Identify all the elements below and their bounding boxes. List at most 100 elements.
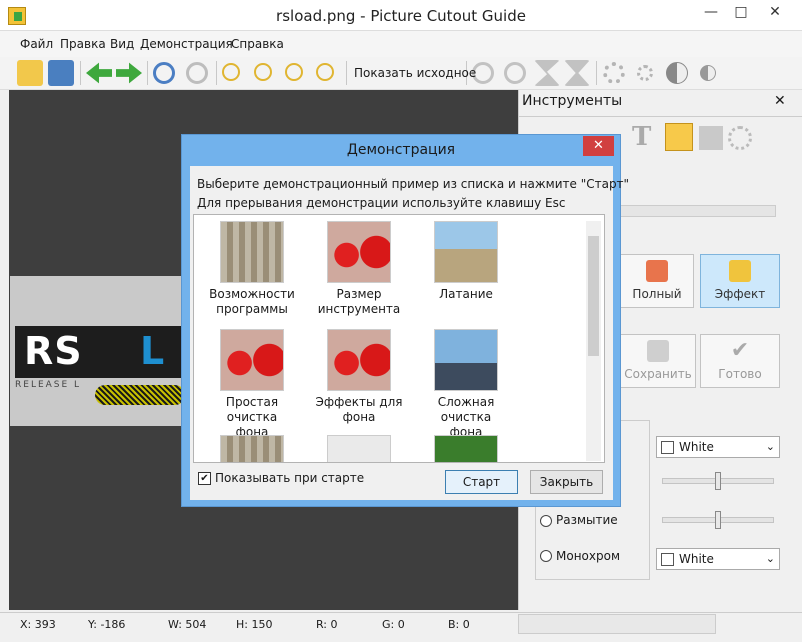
demo-item[interactable]: Эффекты для фона	[309, 329, 409, 425]
brightness-low-icon[interactable]	[637, 65, 653, 81]
open-icon[interactable]	[17, 60, 43, 86]
list-scrollbar-thumb[interactable]	[588, 236, 599, 356]
demo-item[interactable]	[202, 435, 302, 462]
dialog-close-button[interactable]: ✕	[583, 136, 614, 156]
dialog-instruction-2: Для прерывания демонстрации используйте …	[197, 196, 566, 210]
status-b: B: 0	[448, 618, 470, 631]
rotate-right-icon[interactable]	[504, 62, 526, 84]
demo-item-label: фона	[342, 410, 376, 424]
toolbar-separator	[596, 61, 597, 85]
mode-effect-button[interactable]: Эффект	[700, 254, 780, 308]
demo-item-label: Возможности	[209, 287, 295, 301]
demo-item[interactable]	[309, 435, 409, 462]
toolbar-separator	[346, 61, 347, 85]
color-swatch	[661, 553, 674, 566]
demo-item-label: инструмента	[317, 302, 401, 316]
panel-slider-track[interactable]	[620, 205, 776, 217]
maximize-button[interactable]: □	[726, 0, 756, 24]
menu-file[interactable]: Файл	[20, 37, 53, 51]
color-dropdown-2[interactable]: White ⌄	[656, 548, 780, 570]
done-label: Готово	[718, 367, 762, 381]
logo-text-rs: RS	[24, 329, 83, 373]
demo-item[interactable]: Возможности программы	[202, 221, 302, 317]
demo-thumbnail	[220, 329, 284, 391]
progress-bar	[518, 614, 716, 634]
show-on-start-label: Показывать при старте	[215, 471, 365, 485]
cutout-tool-icon[interactable]	[665, 123, 693, 151]
flip-horizontal-icon[interactable]	[564, 60, 590, 86]
radio-mono[interactable]	[540, 550, 552, 562]
save-icon[interactable]	[48, 60, 74, 86]
menu-edit[interactable]: Правка	[60, 37, 106, 51]
dialog-title: Демонстрация	[346, 142, 456, 158]
back-arrow-icon[interactable]	[86, 62, 112, 84]
minimize-button[interactable]: —	[696, 0, 726, 24]
demo-item[interactable]	[416, 435, 516, 462]
demo-thumbnail	[434, 435, 498, 462]
mode-full-button[interactable]: Полный	[620, 254, 694, 308]
status-x: X: 393	[20, 618, 56, 631]
show-on-start-checkbox[interactable]: ✔	[198, 472, 211, 485]
brightness-icon[interactable]	[603, 62, 625, 84]
demo-item[interactable]: Простая очистка фона	[202, 329, 302, 440]
save-result-button[interactable]: Сохранить	[620, 334, 696, 388]
contrast-low-icon[interactable]	[700, 65, 716, 81]
demo-thumbnail	[434, 221, 498, 283]
forward-arrow-icon[interactable]	[116, 62, 142, 84]
slider-thumb[interactable]	[715, 511, 721, 529]
demo-item-label: программы	[216, 302, 288, 316]
tools-panel-close-icon[interactable]: ✕	[774, 93, 786, 109]
dialog-instruction-1: Выберите демонстрационный пример из спис…	[197, 177, 630, 191]
text-tool-icon[interactable]: T	[632, 122, 651, 152]
color-dropdown-1[interactable]: White ⌄	[656, 436, 780, 458]
status-g: G: 0	[382, 618, 405, 631]
zoom-actual-icon[interactable]	[316, 63, 334, 81]
menu-demo[interactable]: Демонстрация	[140, 37, 233, 51]
zoom-in-icon[interactable]	[222, 63, 240, 81]
chevron-down-icon: ⌄	[765, 440, 775, 453]
radio-blur-label: Размытие	[556, 513, 618, 527]
color-swatch	[661, 441, 674, 454]
settings-tool-icon[interactable]	[728, 126, 752, 150]
close-button[interactable]: Закрыть	[530, 470, 603, 494]
demo-item[interactable]: Размер инструмента	[309, 221, 409, 317]
demo-item[interactable]: Сложная очистка фона	[416, 329, 516, 440]
demo-item[interactable]: Латание	[416, 221, 516, 302]
filter-tool-icon[interactable]	[699, 126, 723, 150]
window-title: rsload.png - Picture Cutout Guide	[276, 7, 526, 25]
effect-slider-1[interactable]	[662, 472, 774, 490]
toolbar-separator	[147, 61, 148, 85]
undo-icon[interactable]	[153, 62, 175, 84]
zoom-fit-icon[interactable]	[285, 63, 303, 81]
save-disk-icon	[647, 340, 669, 362]
status-r: R: 0	[316, 618, 338, 631]
selection-marker	[95, 385, 185, 405]
tools-panel-title: Инструменты	[522, 93, 623, 109]
demo-thumbnail	[327, 221, 391, 283]
effect-slider-2[interactable]	[662, 511, 774, 529]
menu-help[interactable]: Справка	[231, 37, 284, 51]
checkmark-icon: ✔	[730, 338, 750, 363]
toolbar-separator	[216, 61, 217, 85]
menu-view[interactable]: Вид	[110, 37, 134, 51]
status-h: H: 150	[236, 618, 273, 631]
slider-thumb[interactable]	[715, 472, 721, 490]
close-window-button[interactable]: ✕	[760, 0, 790, 24]
radio-blur[interactable]	[540, 515, 552, 527]
title-bar: rsload.png - Picture Cutout Guide — □ ✕	[0, 0, 802, 31]
demo-thumbnail	[220, 221, 284, 283]
show-original-button[interactable]: Показать исходное	[354, 66, 476, 80]
contrast-icon[interactable]	[666, 62, 688, 84]
demo-item-label: Латание	[439, 287, 493, 301]
status-y: Y: -186	[88, 618, 126, 631]
demo-item-label: Простая очистка	[225, 395, 279, 424]
mode-effect-label: Эффект	[714, 287, 766, 301]
chevron-down-icon: ⌄	[765, 552, 775, 565]
zoom-out-icon[interactable]	[254, 63, 272, 81]
flip-vertical-icon[interactable]	[534, 60, 560, 86]
demo-list[interactable]: Возможности программы Размер инструмента…	[193, 214, 605, 463]
start-button[interactable]: Старт	[445, 470, 518, 494]
redo-icon[interactable]	[186, 62, 208, 84]
radio-mono-label: Монохром	[556, 549, 620, 563]
done-button[interactable]: ✔ Готово	[700, 334, 780, 388]
